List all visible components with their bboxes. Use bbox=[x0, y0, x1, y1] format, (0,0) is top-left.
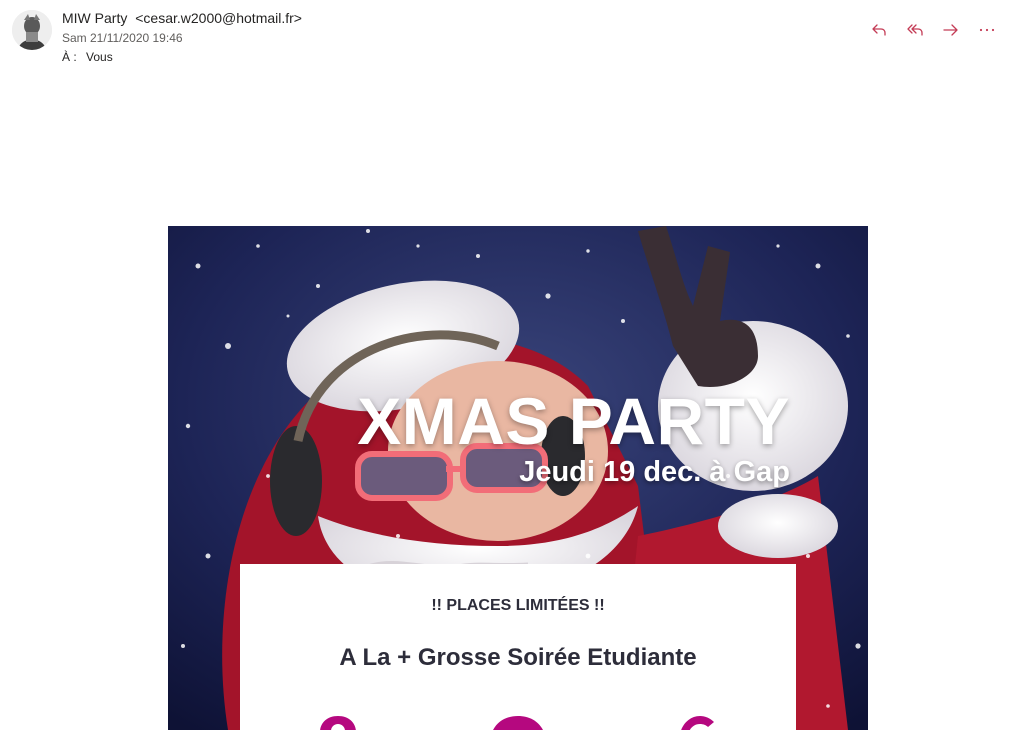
reply-button[interactable] bbox=[863, 16, 895, 44]
to-label: À : bbox=[62, 50, 77, 64]
avatar-image bbox=[12, 10, 52, 50]
promo-banner: XMAS PARTY Jeudi 19 dec. à Gap !! PLACES… bbox=[168, 226, 868, 730]
recipient-name[interactable]: Vous bbox=[86, 50, 113, 64]
forward-icon bbox=[943, 24, 958, 36]
sent-date: Sam 21/11/2020 19:46 bbox=[62, 31, 183, 45]
sender-avatar[interactable] bbox=[12, 10, 52, 50]
message-actions bbox=[863, 16, 1003, 44]
reply-all-icon bbox=[907, 24, 923, 36]
location-icon[interactable] bbox=[316, 716, 360, 730]
sender-line: MIW Party <cesar.w2000@hotmail.fr> bbox=[62, 10, 302, 26]
sender-email[interactable]: <cesar.w2000@hotmail.fr> bbox=[135, 10, 302, 26]
euro-icon[interactable] bbox=[674, 716, 720, 730]
play-icon[interactable] bbox=[488, 716, 548, 730]
limited-places-text: !! PLACES LIMITÉES !! bbox=[431, 597, 605, 614]
more-options-button[interactable] bbox=[971, 16, 1003, 44]
recipient-line: À : Vous bbox=[62, 50, 113, 64]
event-date-location: Jeudi 19 dec. à Gap bbox=[519, 456, 790, 488]
sender-name[interactable]: MIW Party bbox=[62, 10, 127, 26]
event-title: XMAS PARTY bbox=[357, 384, 790, 458]
forward-button[interactable] bbox=[935, 16, 967, 44]
reply-all-button[interactable] bbox=[899, 16, 931, 44]
party-headline: A La + Grosse Soirée Etudiante bbox=[339, 644, 697, 671]
reply-icon bbox=[872, 24, 886, 36]
info-card: !! PLACES LIMITÉES !! A La + Grosse Soir… bbox=[240, 564, 796, 730]
more-options-icon bbox=[979, 28, 995, 32]
